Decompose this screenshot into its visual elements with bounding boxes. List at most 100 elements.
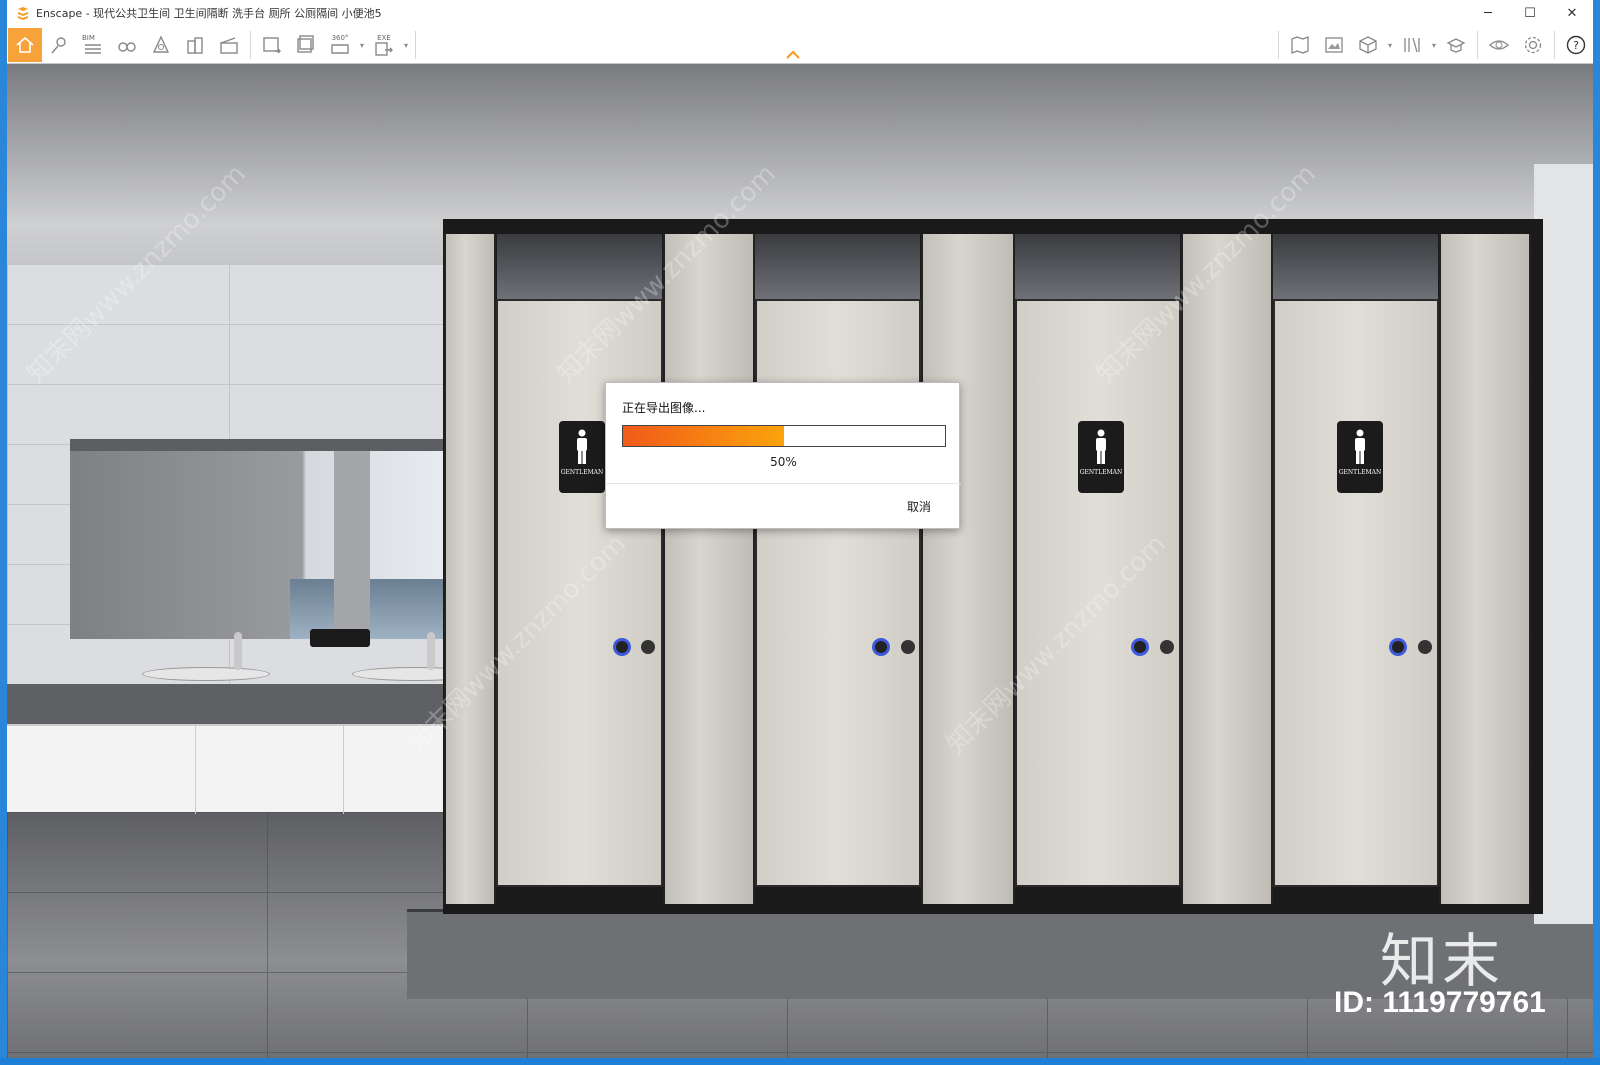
toolbar-separator: [250, 31, 251, 59]
visibility-button[interactable]: [1482, 28, 1516, 62]
help-icon: ?: [1566, 35, 1586, 55]
settings-icon: [1524, 36, 1542, 54]
window-title: Enscape - 现代公共卫生间 卫生间隔断 洗手台 厕所 公厕隔间 小便池5: [36, 7, 382, 20]
stall-pilaster: [921, 234, 1015, 904]
svg-text:?: ?: [1573, 39, 1579, 52]
help-button[interactable]: ?: [1559, 28, 1593, 62]
sign-label: GENTLEMAN: [1338, 469, 1382, 476]
map-button[interactable]: [1283, 28, 1317, 62]
vanity-counter: [7, 684, 457, 724]
screenshot-icon: [263, 37, 281, 54]
door-lock-indicator: [1131, 638, 1149, 656]
soap-dispenser: [310, 629, 370, 647]
export-exe-button[interactable]: EXE: [367, 28, 401, 62]
light-icon: [152, 35, 170, 53]
binoculars-button[interactable]: [110, 28, 144, 62]
library-icon: [1404, 37, 1420, 53]
window-border-left: [0, 0, 7, 1065]
sign-label: GENTLEMAN: [560, 469, 604, 476]
progress-percent: 50%: [770, 455, 797, 469]
brand-id: ID: 1119779761: [1334, 986, 1546, 1019]
hat-icon: [1446, 38, 1466, 53]
dialog-title: 正在导出图像...: [622, 401, 706, 415]
buildings-button[interactable]: [178, 28, 212, 62]
bim-button[interactable]: BIM: [76, 28, 110, 62]
gentleman-sign: GENTLEMAN: [1337, 421, 1383, 493]
home-button[interactable]: [8, 28, 42, 62]
location-button[interactable]: [42, 28, 76, 62]
toolbar-separator: [1477, 31, 1478, 59]
man-icon: [1355, 429, 1365, 464]
map-icon: [1291, 36, 1309, 54]
panorama-dropdown-icon[interactable]: ▾: [357, 28, 367, 62]
window-border-bottom: [0, 1058, 1600, 1065]
stall-top-gap: [1273, 234, 1438, 299]
export-progress-bar: [622, 425, 946, 447]
stall-door: [1273, 299, 1439, 887]
title-bar: Enscape - 现代公共卫生间 卫生间隔断 洗手台 厕所 公厕隔间 小便池5…: [7, 0, 1593, 26]
library-button[interactable]: [1395, 28, 1429, 62]
vanity-cabinet: [7, 724, 457, 814]
gallery-button[interactable]: [1317, 28, 1351, 62]
close-button[interactable]: ✕: [1551, 0, 1593, 26]
faucet: [234, 632, 242, 670]
mirror: [70, 439, 457, 639]
hat-button[interactable]: [1439, 28, 1473, 62]
sink-basin: [142, 667, 270, 681]
app-window: Enscape - 现代公共卫生间 卫生间隔断 洗手台 厕所 公厕隔间 小便池5…: [0, 0, 1600, 1065]
enscape-logo-icon: [18, 7, 28, 20]
home-icon: [16, 36, 34, 53]
binoculars-icon: [118, 42, 136, 52]
buildings-icon: [187, 37, 203, 54]
clapper-button[interactable]: [212, 28, 246, 62]
export-exe-icon: [375, 42, 393, 56]
toolbar-separator: [1278, 31, 1279, 59]
light-button[interactable]: [144, 28, 178, 62]
door-knob: [641, 640, 655, 654]
export-exe-label: EXE: [377, 34, 391, 42]
location-pin-icon: [51, 37, 66, 54]
stall-top-gap: [497, 234, 662, 299]
maximize-button[interactable]: ☐: [1509, 0, 1551, 26]
stall-top-gap: [1015, 234, 1180, 299]
panorama-label: 360°: [331, 34, 349, 42]
cube-dropdown-icon[interactable]: ▾: [1385, 28, 1395, 62]
cube-icon: [1359, 36, 1377, 54]
batch-render-button[interactable]: [289, 28, 323, 62]
door-lock-indicator: [872, 638, 890, 656]
dialog-separator: [606, 483, 961, 484]
panorama-360-icon: [331, 44, 349, 54]
man-icon: [577, 429, 587, 464]
asset-cube-button[interactable]: [1351, 28, 1385, 62]
library-dropdown-icon[interactable]: ▾: [1429, 28, 1439, 62]
door-lock-indicator: [1389, 638, 1407, 656]
door-knob: [1160, 640, 1174, 654]
stall-pilaster: [1181, 234, 1273, 904]
toolbar-separator: [415, 31, 416, 59]
man-icon: [1096, 429, 1106, 464]
minimize-button[interactable]: ─: [1467, 0, 1509, 26]
gentleman-sign: GENTLEMAN: [559, 421, 605, 493]
cancel-button[interactable]: 取消: [907, 498, 931, 515]
stall-pilaster: [444, 234, 496, 904]
door-lock-indicator: [613, 638, 631, 656]
progress-fill: [623, 426, 784, 446]
screenshot-button[interactable]: [255, 28, 289, 62]
settings-button[interactable]: [1516, 28, 1550, 62]
door-knob: [901, 640, 915, 654]
eye-icon: [1489, 40, 1509, 50]
collapse-toolbar-icon[interactable]: [785, 48, 801, 60]
window-border-right: [1593, 0, 1600, 1065]
stall-pilaster: [663, 234, 755, 904]
stall-pilaster: [1439, 234, 1531, 904]
gallery-icon: [1325, 37, 1343, 53]
panorama-button[interactable]: 360°: [323, 28, 357, 62]
gentleman-sign: GENTLEMAN: [1078, 421, 1124, 493]
batch-render-icon: [297, 35, 314, 53]
render-viewport[interactable]: GENTLEMAN GENTLEMAN GENTLEMAN GENTLEMAN …: [7, 64, 1593, 1058]
toolbar-separator: [1554, 31, 1555, 59]
bim-icon: [85, 44, 101, 54]
door-knob: [1418, 640, 1432, 654]
export-progress-dialog: 正在导出图像... 50% 取消: [605, 382, 961, 529]
export-dropdown-icon[interactable]: ▾: [401, 28, 411, 62]
